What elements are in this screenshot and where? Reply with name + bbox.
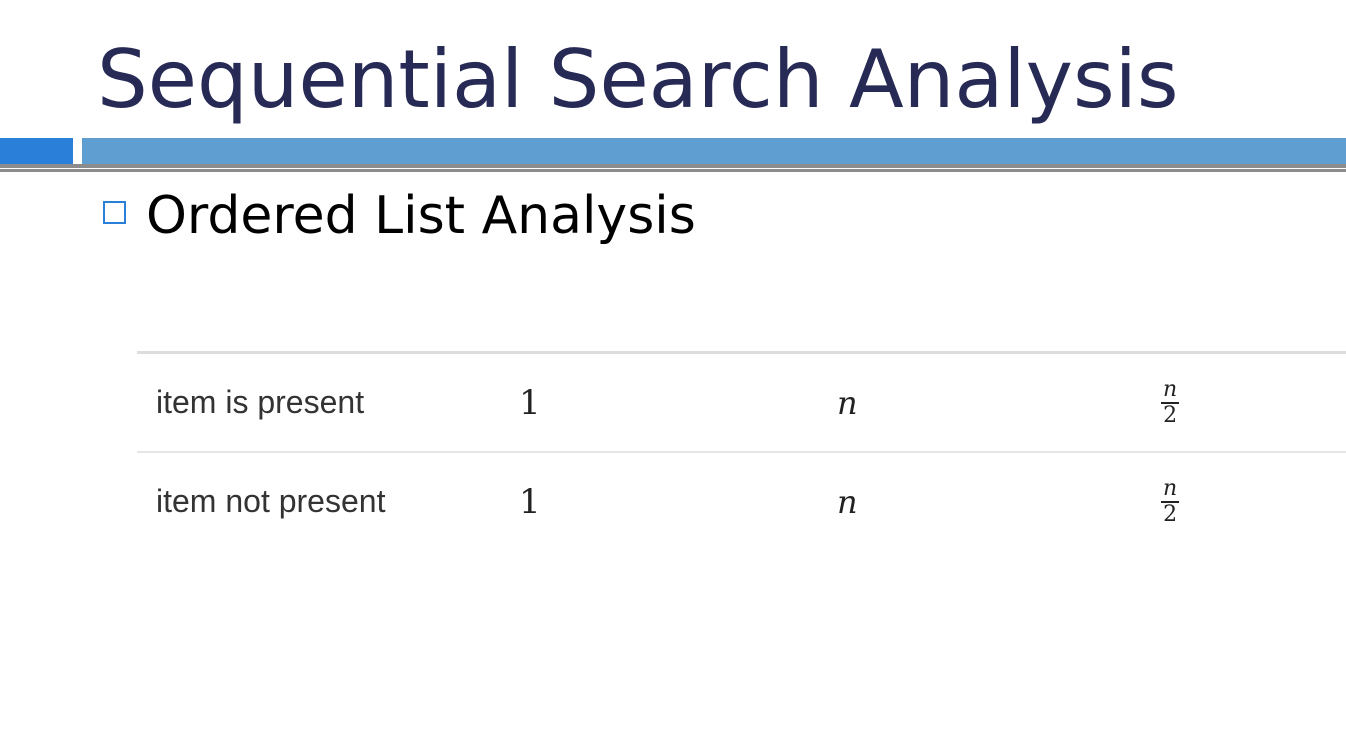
- case-cell: item not present: [156, 483, 386, 519]
- best-case-cell: 1: [519, 481, 541, 522]
- header-bar: [82, 138, 1346, 164]
- denominator: 2: [1163, 501, 1178, 527]
- numerator: n: [1161, 376, 1180, 404]
- slide-title: Sequential Search Analysis: [97, 33, 1179, 126]
- average-case-cell: n 2: [1161, 453, 1180, 550]
- fraction: n 2: [1161, 376, 1180, 428]
- header-rule: [0, 164, 1346, 168]
- worst-case-cell: n: [837, 482, 858, 521]
- square-bullet-icon: [103, 201, 126, 224]
- analysis-table: item is present 1 n n 2 item not present…: [137, 351, 1346, 550]
- case-cell: item is present: [156, 384, 365, 420]
- best-case-cell: 1: [519, 382, 541, 423]
- average-case-cell: n 2: [1161, 354, 1180, 451]
- table-row: item not present 1 n n 2: [137, 453, 1346, 550]
- header-rule-thin: [0, 169, 1346, 172]
- worst-case-cell: n: [837, 383, 858, 422]
- header-accent-bar: [0, 138, 73, 164]
- bullet-text: Ordered List Analysis: [146, 186, 696, 246]
- denominator: 2: [1163, 402, 1178, 428]
- fraction: n 2: [1161, 475, 1180, 527]
- numerator: n: [1161, 475, 1180, 503]
- table-row: item is present 1 n n 2: [137, 354, 1346, 453]
